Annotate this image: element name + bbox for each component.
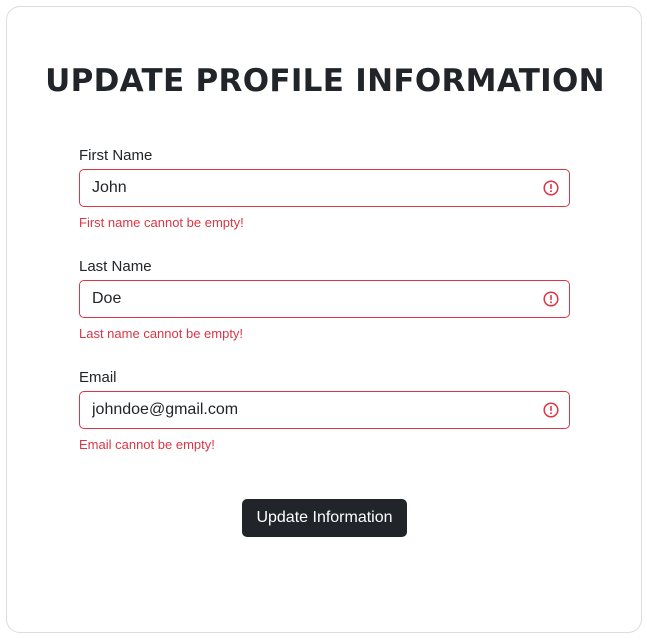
email-error: Email cannot be empty! [79,437,215,452]
page-title: UPDATE PROFILE INFORMATION [45,63,605,99]
first-name-error: First name cannot be empty! [79,215,244,230]
profile-card: UPDATE PROFILE INFORMATION First Name Fi… [6,6,642,633]
exclamation-circle-icon [543,402,559,418]
last-name-label: Last Name [79,258,152,275]
email-label: Email [79,369,117,386]
last-name-group: Last Name Last name cannot be empty! [79,257,570,342]
first-name-label: First Name [79,147,153,164]
exclamation-circle-icon [543,291,559,307]
email-input[interactable] [79,391,570,429]
first-name-input[interactable] [79,169,570,207]
last-name-error: Last name cannot be empty! [79,326,244,341]
email-input-wrapper [79,391,570,429]
first-name-group: First Name First name cannot be empty! [79,146,570,231]
last-name-input-wrapper [79,280,570,318]
last-name-input[interactable] [79,280,570,318]
update-information-button[interactable]: Update Information [242,499,407,537]
first-name-input-wrapper [79,169,570,207]
exclamation-circle-icon [543,180,559,196]
email-group: Email Email cannot be empty! [79,368,570,453]
